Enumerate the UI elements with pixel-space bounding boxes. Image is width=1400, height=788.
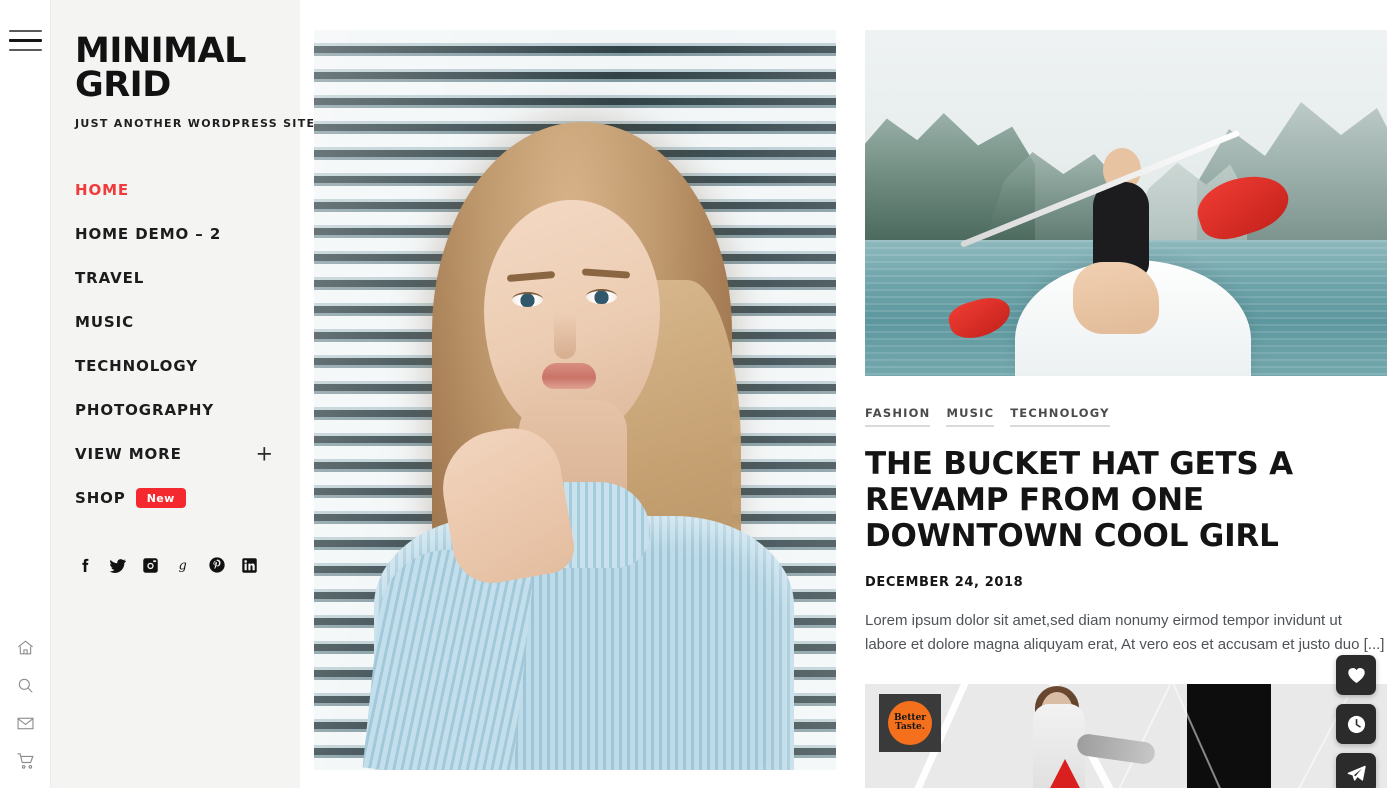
kayaker-legs	[1073, 262, 1159, 334]
facebook-icon[interactable]	[75, 556, 94, 575]
better-taste-logo: Better Taste.	[879, 694, 941, 753]
cart-icon[interactable]	[6, 742, 46, 780]
search-icon[interactable]	[6, 666, 46, 704]
nav-label: MUSIC	[75, 312, 134, 331]
post-title[interactable]: THE BUCKET HAT GETS A REVAMP FROM ONE DO…	[865, 446, 1387, 555]
logo-circle: Better Taste.	[888, 701, 932, 746]
twitter-icon[interactable]	[108, 556, 127, 575]
site-branding[interactable]: MINIMAL GRID JUST ANOTHER WORDPRESS SITE	[75, 31, 316, 130]
sidebar-item-home[interactable]: HOME	[75, 168, 274, 212]
hamburger-line-2	[9, 39, 42, 42]
sidebar-item-home-demo-2[interactable]: HOME DEMO – 2	[75, 212, 274, 256]
site-tagline: JUST ANOTHER WORDPRESS SITE	[75, 116, 316, 130]
page-root: MINIMAL GRID JUST ANOTHER WORDPRESS SITE…	[0, 0, 1400, 788]
rail-icon-group	[0, 628, 51, 780]
mail-icon[interactable]	[6, 704, 46, 742]
post-featured-image[interactable]	[865, 30, 1387, 376]
plus-icon[interactable]: +	[256, 443, 275, 464]
site-title: MINIMAL GRID	[75, 31, 274, 106]
red-triangle-graphic	[1029, 759, 1101, 788]
nav-label: HOME DEMO – 2	[75, 224, 222, 243]
portrait-nose	[554, 313, 576, 359]
sidebar-item-view-more[interactable]: VIEW MORE +	[75, 432, 274, 476]
social-links: g	[75, 556, 274, 575]
sidebar-item-technology[interactable]: TECHNOLOGY	[75, 344, 274, 388]
instagram-icon[interactable]	[141, 556, 160, 575]
logo-text-line-2: Taste.	[895, 722, 925, 733]
portrait-eye-left	[512, 292, 543, 307]
site-title-line-2: GRID	[75, 65, 171, 106]
send-icon[interactable]	[1336, 753, 1376, 788]
sidebar: MINIMAL GRID JUST ANOTHER WORDPRESS SITE…	[51, 0, 316, 788]
sidebar-item-shop[interactable]: SHOP New	[75, 476, 274, 520]
hero-portrait	[314, 30, 836, 770]
black-panel	[1187, 684, 1271, 788]
post-date: DECEMBER 24, 2018	[865, 574, 1024, 590]
nav-label: SHOP	[75, 488, 126, 507]
feed-column: FASHION MUSIC TECHNOLOGY THE BUCKET HAT …	[865, 30, 1387, 788]
post-categories: FASHION MUSIC TECHNOLOGY	[865, 406, 1387, 427]
site-title-line-1: MINIMAL	[75, 31, 246, 71]
category-music[interactable]: MUSIC	[946, 406, 995, 427]
main-navigation: HOME HOME DEMO – 2 TRAVEL MUSIC TECHNOLO…	[75, 168, 274, 520]
svg-text:g: g	[178, 558, 186, 573]
nav-label: HOME	[75, 180, 130, 199]
nav-label: PHOTOGRAPHY	[75, 400, 215, 419]
floating-action-buttons	[1336, 655, 1376, 788]
status-badge: New	[135, 487, 186, 508]
second-post-image[interactable]: Better Taste.	[865, 684, 1387, 788]
main-content: FASHION MUSIC TECHNOLOGY THE BUCKET HAT …	[300, 0, 1400, 788]
hero-image[interactable]	[314, 30, 836, 770]
hero-column	[314, 30, 836, 788]
clock-icon[interactable]	[1336, 704, 1376, 744]
portrait-lips	[542, 363, 596, 389]
hamburger-line-1	[9, 30, 42, 32]
hamburger-line-3	[9, 49, 42, 51]
menu-toggle-button[interactable]	[9, 30, 42, 54]
linkedin-icon[interactable]	[240, 556, 259, 575]
post-excerpt: Lorem ipsum dolor sit amet,sed diam nonu…	[865, 611, 1385, 654]
pinterest-icon[interactable]	[207, 556, 226, 575]
nav-label: TRAVEL	[75, 268, 145, 287]
category-fashion[interactable]: FASHION	[865, 406, 931, 427]
nav-label: TECHNOLOGY	[75, 356, 198, 375]
left-icon-rail	[0, 0, 51, 788]
sidebar-item-music[interactable]: MUSIC	[75, 300, 274, 344]
nav-label: VIEW MORE	[75, 444, 182, 463]
category-technology[interactable]: TECHNOLOGY	[1010, 406, 1110, 427]
sidebar-item-photography[interactable]: PHOTOGRAPHY	[75, 388, 274, 432]
sidebar-item-travel[interactable]: TRAVEL	[75, 256, 274, 300]
home-icon[interactable]	[6, 628, 46, 666]
google-plus-icon[interactable]: g	[174, 556, 193, 575]
portrait-eye-right	[586, 289, 617, 304]
heart-icon[interactable]	[1336, 655, 1376, 695]
